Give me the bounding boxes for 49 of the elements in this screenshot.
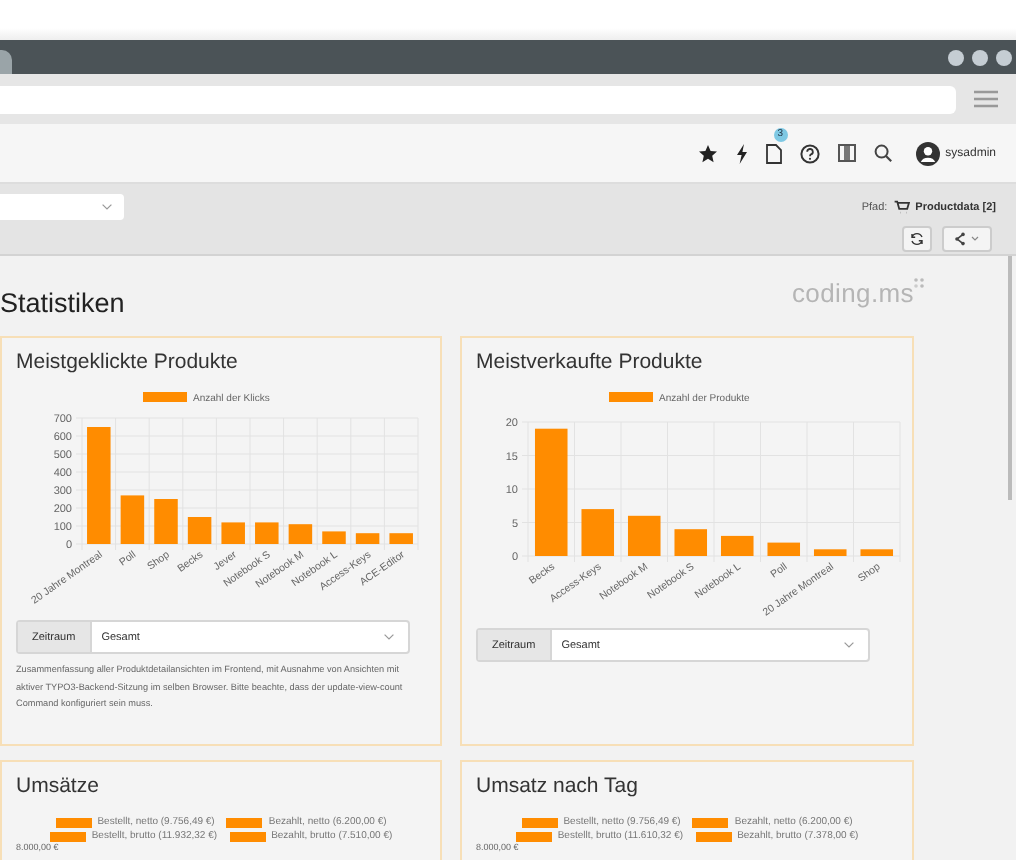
share-icon [953,232,981,246]
chart-bar [120,495,145,544]
chart-bar [288,524,313,544]
chart-bar [535,428,568,556]
logo-icon [914,278,926,290]
chart-bar [221,522,245,544]
document-icon[interactable] [765,143,782,163]
chart-bar [721,535,754,556]
card-title: Meistgeklickte Produkte [16,350,240,374]
card-title: Umsätze [16,774,101,798]
browser-tab[interactable] [0,50,12,74]
chart-bar [389,533,413,544]
chart-bar [814,549,847,556]
chart-bar [255,522,279,544]
bolt-icon[interactable] [735,143,748,163]
chart-bar [767,542,801,556]
card-title: Meistverkaufte Produkte [476,350,705,374]
legend-swatch [55,817,92,827]
scrollbar[interactable] [1008,256,1012,500]
legend-swatch [521,817,558,827]
help-icon[interactable] [799,143,820,163]
legend-swatch [695,831,732,841]
page-heading: Statistiken [0,288,125,318]
cart-icon [893,200,910,214]
legend-swatch [692,817,729,827]
legend-swatch [226,817,263,827]
chart-bar [628,515,661,556]
legend-swatch [229,831,266,841]
search-icon[interactable] [873,144,892,162]
chart-bar [581,509,615,556]
card-title: Umsatz nach Tag [476,774,640,798]
panel-icon[interactable] [837,144,856,162]
chevron-icon [102,204,112,210]
chart-bar [154,499,178,544]
logo-text: coding.ms [791,278,914,308]
avatar-icon[interactable] [915,141,940,165]
refresh-button[interactable] [902,226,932,252]
legend-swatch [515,831,552,841]
chart-bar [87,427,111,544]
star-icon[interactable] [697,143,718,163]
chart-bar [674,529,708,556]
chart-bar [355,533,380,544]
chart-bar [322,531,346,544]
refresh-icon [910,232,924,246]
address-field[interactable] [0,85,956,113]
chart-bar [860,549,894,556]
share-button[interactable] [942,226,992,252]
legend-swatch [49,831,86,841]
chart-bar [187,517,212,544]
